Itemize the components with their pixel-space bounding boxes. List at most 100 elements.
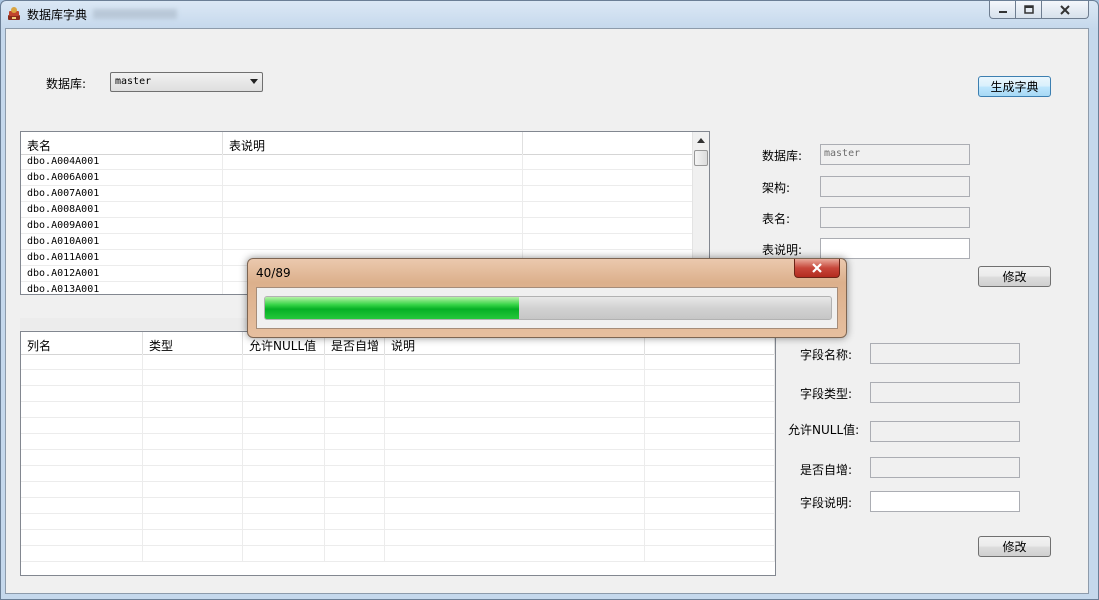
column-row[interactable]	[21, 402, 775, 418]
column-row[interactable]	[21, 434, 775, 450]
column-cell	[385, 530, 645, 545]
column-cell	[143, 498, 243, 513]
table-desc-cell	[223, 154, 523, 169]
column-header-column-name[interactable]: 列名	[21, 332, 143, 354]
column-cell	[385, 386, 645, 401]
maximize-button[interactable]	[1015, 1, 1042, 19]
column-cell	[143, 418, 243, 433]
table-row[interactable]: dbo.A009A001	[21, 218, 693, 234]
column-cell	[21, 402, 143, 417]
column-cell	[325, 354, 385, 369]
close-button[interactable]	[1041, 1, 1089, 19]
column-cell	[645, 370, 775, 385]
column-cell	[243, 530, 325, 545]
modify-table-button[interactable]: 修改	[978, 266, 1051, 287]
window-title: 数据库字典	[27, 8, 88, 22]
column-cell	[645, 402, 775, 417]
info-database-field[interactable]: master	[820, 144, 970, 165]
table-desc-cell	[223, 218, 523, 233]
column-row[interactable]	[21, 354, 775, 370]
table-desc-cell	[223, 170, 523, 185]
column-cell	[385, 514, 645, 529]
column-cell	[243, 498, 325, 513]
column-row[interactable]	[21, 386, 775, 402]
column-row[interactable]	[21, 498, 775, 514]
auto-increment-input[interactable]	[870, 457, 1020, 478]
column-cell	[385, 546, 645, 561]
modify-field-button[interactable]: 修改	[978, 536, 1051, 557]
table-row[interactable]: dbo.A007A001	[21, 186, 693, 202]
progress-dialog-close-button[interactable]	[794, 259, 840, 278]
column-cell	[143, 482, 243, 497]
scroll-thumb[interactable]	[694, 150, 708, 166]
column-header-type[interactable]: 类型	[143, 332, 243, 354]
allow-null-label: 允许NULL值:	[788, 423, 860, 437]
table-row[interactable]: dbo.A008A001	[21, 202, 693, 218]
chevron-down-icon	[250, 79, 258, 84]
column-cell	[325, 402, 385, 417]
column-cell	[385, 482, 645, 497]
column-row[interactable]	[21, 482, 775, 498]
column-cell	[325, 466, 385, 481]
table-name-cell: dbo.A009A001	[21, 218, 223, 233]
column-row[interactable]	[21, 530, 775, 546]
info-database-label: 数据库:	[762, 149, 803, 163]
column-cell	[243, 402, 325, 417]
table-name-cell: dbo.A011A001	[21, 250, 223, 265]
column-row[interactable]	[21, 514, 775, 530]
column-cell	[325, 482, 385, 497]
column-row[interactable]	[21, 450, 775, 466]
column-cell	[143, 354, 243, 369]
column-row[interactable]	[21, 546, 775, 562]
column-cell	[21, 370, 143, 385]
column-cell	[243, 386, 325, 401]
progress-dialog: 40/89	[247, 258, 847, 338]
column-row[interactable]	[21, 370, 775, 386]
allow-null-input[interactable]	[870, 421, 1020, 442]
column-cell	[385, 418, 645, 433]
table-desc-cell	[223, 202, 523, 217]
column-cell	[325, 450, 385, 465]
progress-dialog-title: 40/89	[256, 266, 291, 280]
column-cell	[243, 370, 325, 385]
generate-dictionary-button[interactable]: 生成字典	[978, 76, 1051, 97]
close-icon	[812, 263, 822, 273]
column-row[interactable]	[21, 466, 775, 482]
column-cell	[243, 514, 325, 529]
minimize-button[interactable]	[989, 1, 1016, 19]
info-table-name-field[interactable]	[820, 207, 970, 228]
column-cell	[143, 466, 243, 481]
field-desc-input[interactable]	[870, 491, 1020, 512]
column-cell	[143, 434, 243, 449]
column-cell	[645, 530, 775, 545]
column-row[interactable]	[21, 418, 775, 434]
field-name-input[interactable]	[870, 343, 1020, 364]
title-bar[interactable]: 数据库字典	[1, 1, 1098, 27]
field-type-input[interactable]	[870, 382, 1020, 403]
column-cell	[143, 402, 243, 417]
table-row[interactable]: dbo.A006A001	[21, 170, 693, 186]
column-cell	[243, 418, 325, 433]
column-cell	[645, 418, 775, 433]
column-cell	[385, 354, 645, 369]
info-table-name-label: 表名:	[762, 212, 791, 226]
columns-grid[interactable]: 列名 类型 允许NULL值 是否自增 说明	[20, 331, 776, 576]
info-schema-field[interactable]	[820, 176, 970, 197]
database-select[interactable]: master	[110, 72, 263, 92]
column-cell	[325, 386, 385, 401]
column-cell	[645, 514, 775, 529]
table-name-cell: dbo.A006A001	[21, 170, 223, 185]
field-desc-label: 字段说明:	[800, 496, 853, 510]
table-row[interactable]: dbo.A010A001	[21, 234, 693, 250]
info-schema-label: 架构:	[762, 181, 791, 195]
column-header-filler	[523, 132, 693, 154]
column-cell	[21, 434, 143, 449]
column-cell	[645, 450, 775, 465]
column-header-table-desc[interactable]: 表说明	[223, 132, 523, 154]
column-cell	[21, 546, 143, 561]
info-table-desc-field[interactable]	[820, 238, 970, 259]
column-header-table-name[interactable]: 表名	[21, 132, 223, 154]
table-row[interactable]: dbo.A004A001	[21, 154, 693, 170]
column-cell	[143, 530, 243, 545]
column-cell	[385, 498, 645, 513]
